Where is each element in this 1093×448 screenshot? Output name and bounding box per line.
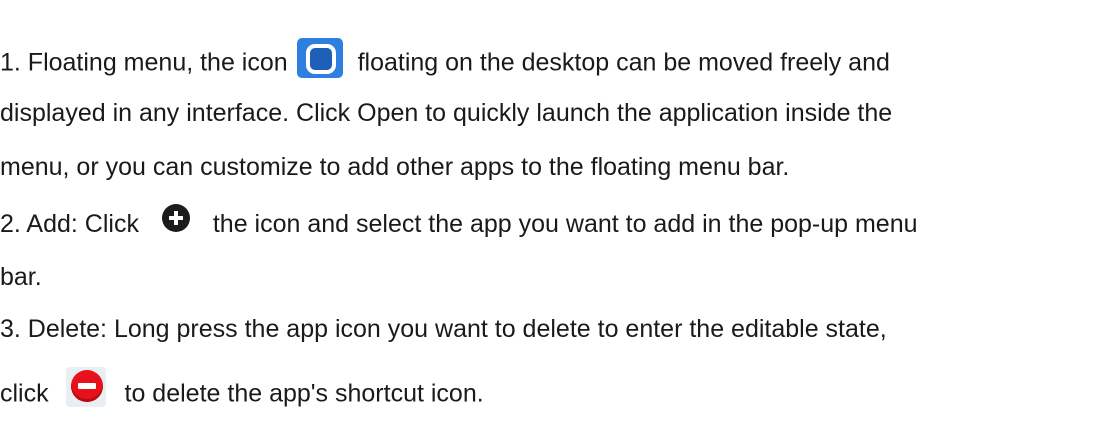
paragraph-3-text-before-icon: click: [0, 379, 49, 408]
paragraph-2-line-2: bar.: [0, 263, 42, 291]
floating-ball-icon: [296, 38, 343, 78]
paragraph-1-text-after-icon: floating on the desktop can be moved fre…: [357, 48, 890, 77]
plus-circle-icon: [161, 204, 190, 233]
paragraph-1-line-3: menu, or you can customize to add other …: [0, 153, 790, 181]
paragraph-3-text-after-icon: to delete the app's shortcut icon.: [124, 379, 484, 408]
paragraph-1-line-2: displayed in any interface. Click Open t…: [0, 99, 893, 127]
paragraph-2-line-1: 2. Add: Click the icon and select the ap…: [0, 204, 918, 239]
paragraph-1-line-1: 1. Floating menu, the icon floating on t…: [0, 38, 890, 84]
instructions-document: 1. Floating menu, the icon floating on t…: [0, 0, 1093, 448]
minus-circle-icon: [65, 367, 106, 407]
paragraph-3-line-2: click to delete the app's shortcut icon.: [0, 367, 484, 415]
paragraph-3-line-1: 3. Delete: Long press the app icon you w…: [0, 315, 887, 343]
paragraph-1-text-before-icon: 1. Floating menu, the icon: [0, 48, 288, 77]
paragraph-2-text-before-icon: 2. Add: Click: [0, 210, 139, 238]
paragraph-2-text-after-icon: the icon and select the app you want to …: [212, 210, 918, 238]
